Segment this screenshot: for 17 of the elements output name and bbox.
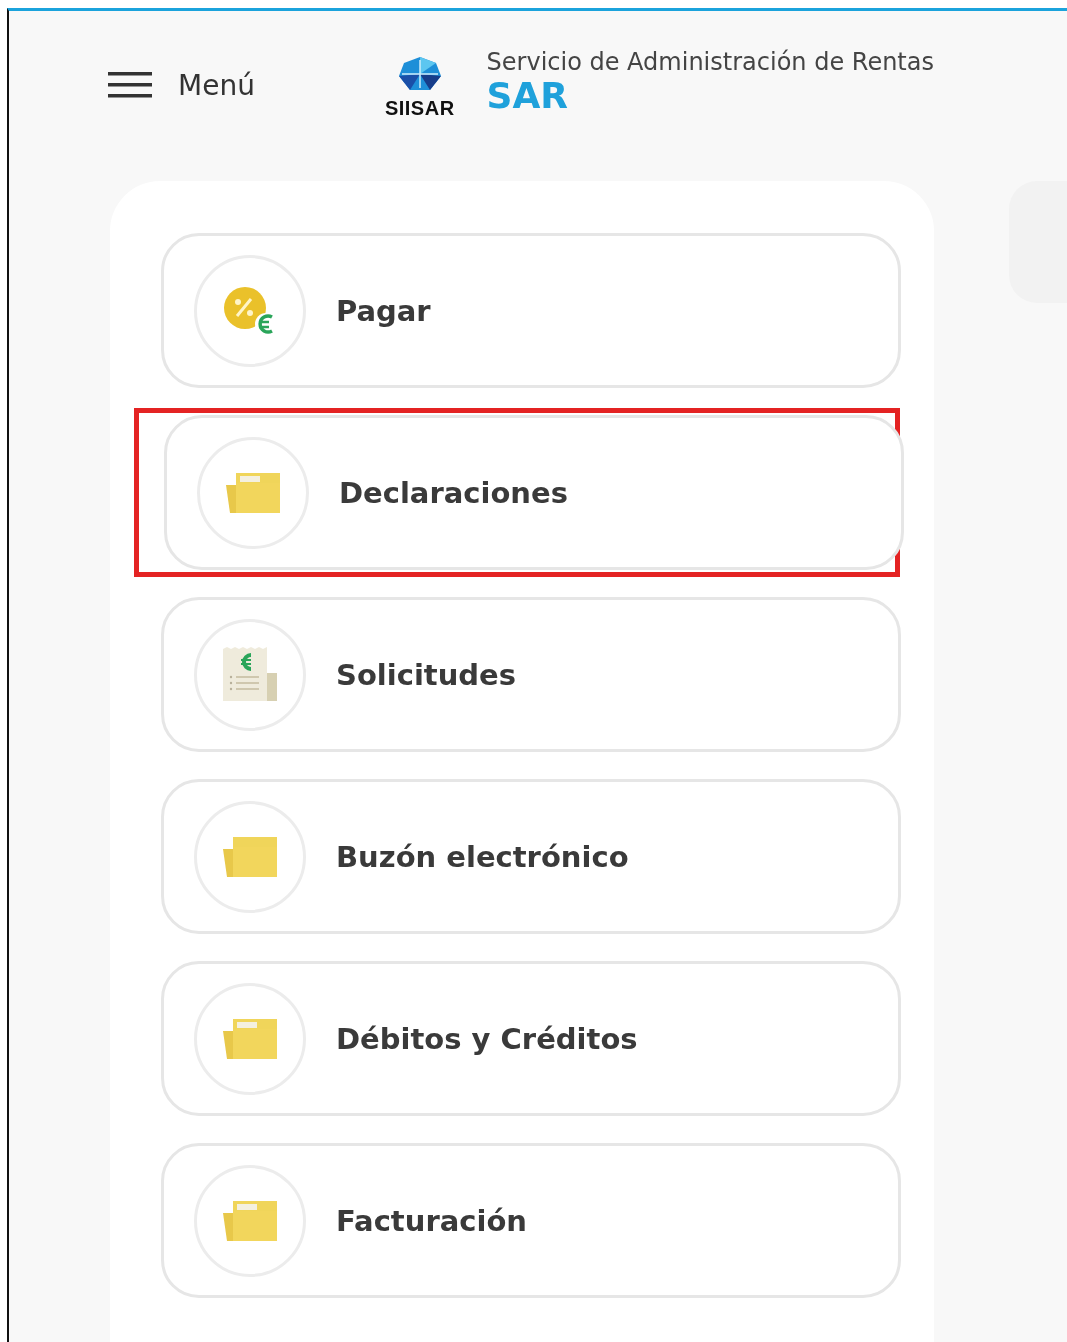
menu-item[interactable]: Declaraciones bbox=[164, 415, 904, 570]
receipt-icon bbox=[221, 646, 279, 703]
menu-item[interactable]: Pagar bbox=[161, 233, 901, 388]
menu-button[interactable]: Menú bbox=[108, 68, 255, 102]
menu-item[interactable]: Buzón electrónico bbox=[161, 779, 901, 934]
menu-icon bbox=[108, 72, 152, 98]
org-acronym: SAR bbox=[486, 76, 570, 116]
folder-icon bbox=[223, 1198, 277, 1243]
menu-item[interactable]: Facturación bbox=[161, 1143, 901, 1298]
menu-item[interactable]: Solicitudes bbox=[161, 597, 901, 752]
org-name: Servicio de Administración de Rentas bbox=[486, 48, 934, 77]
logo-text: SIISAR bbox=[384, 98, 455, 118]
globe-logo-icon bbox=[397, 56, 442, 92]
folder-icon bbox=[226, 470, 280, 515]
menu-item[interactable]: Débitos y Créditos bbox=[161, 961, 901, 1116]
folder-icon bbox=[223, 834, 277, 879]
folder-icon bbox=[223, 1016, 277, 1061]
